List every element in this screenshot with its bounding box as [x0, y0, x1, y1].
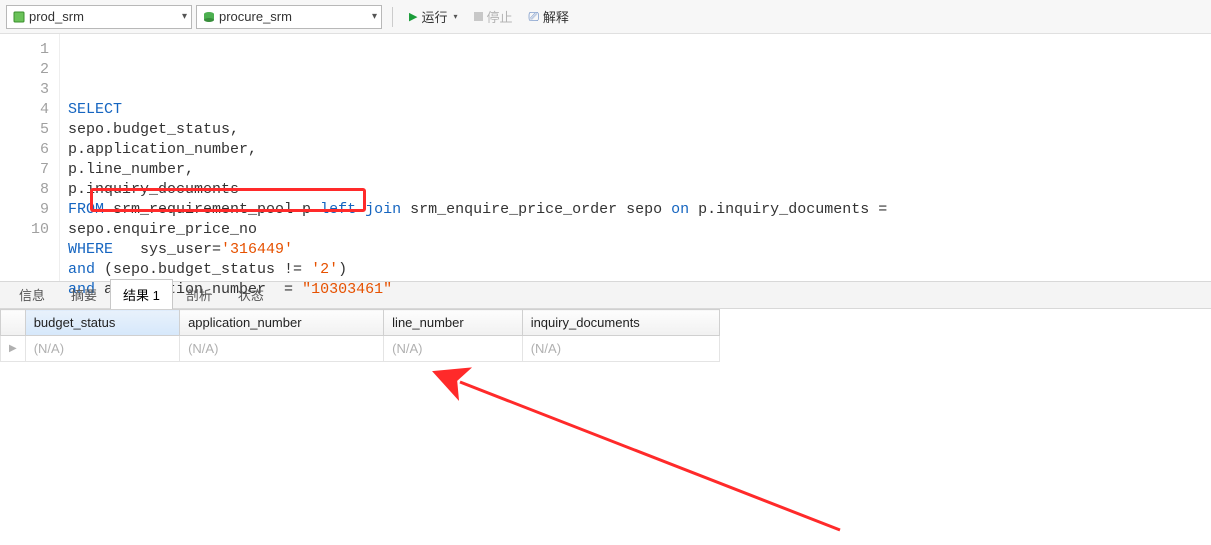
database-dropdown[interactable]: procure_srm ▾: [196, 5, 382, 29]
chevron-down-icon: ▾: [178, 11, 187, 22]
connection-dropdown[interactable]: prod_srm ▾: [6, 5, 192, 29]
column-header[interactable]: application_number: [180, 310, 384, 336]
tab-2[interactable]: 结果 1: [110, 279, 173, 309]
database-icon: [203, 11, 215, 23]
line-number: 1: [4, 40, 49, 60]
code-line[interactable]: and (sepo.budget_status != '2'): [68, 260, 1203, 280]
cell[interactable]: (N/A): [384, 336, 523, 362]
line-number: 2: [4, 60, 49, 80]
stop-button: 停止: [468, 5, 519, 29]
code-line[interactable]: p.inquiry_documents: [68, 180, 1203, 200]
explain-label: 解释: [543, 7, 569, 26]
run-label: 运行: [421, 7, 447, 26]
tab-3[interactable]: 剖析: [173, 279, 225, 309]
result-grid[interactable]: budget_statusapplication_numberline_numb…: [0, 309, 720, 362]
connection-icon: [13, 11, 25, 23]
tab-4[interactable]: 状态: [225, 279, 277, 309]
stop-icon: [474, 12, 483, 21]
code-line[interactable]: FROM srm_requirement_pool p left join sr…: [68, 200, 1203, 220]
stop-label: 停止: [487, 7, 513, 26]
cell[interactable]: (N/A): [25, 336, 179, 362]
connection-name: prod_srm: [29, 9, 178, 24]
line-number: 7: [4, 160, 49, 180]
line-number: 4: [4, 100, 49, 120]
column-header[interactable]: inquiry_documents: [522, 310, 719, 336]
chevron-down-icon: ▾: [368, 11, 377, 22]
toolbar-separator: [392, 7, 393, 27]
line-number: 9: [4, 200, 49, 220]
line-number: 3: [4, 80, 49, 100]
column-header[interactable]: line_number: [384, 310, 523, 336]
corner-cell: [1, 310, 26, 336]
table-row[interactable]: ▶(N/A)(N/A)(N/A)(N/A): [1, 336, 720, 362]
code-line[interactable]: SELECT: [68, 100, 1203, 120]
line-number: 8: [4, 180, 49, 200]
code-line[interactable]: p.line_number,: [68, 160, 1203, 180]
explain-button[interactable]: ⎚ 解释: [523, 5, 575, 29]
chevron-down-icon[interactable]: ▾: [453, 12, 457, 21]
run-button[interactable]: ▶ 运行 ▾: [403, 5, 464, 29]
explain-icon: ⎚: [529, 9, 539, 25]
row-handle[interactable]: ▶: [1, 336, 26, 362]
line-number: 6: [4, 140, 49, 160]
line-gutter: 12345678910: [0, 34, 60, 281]
code-line[interactable]: WHERE sys_user='316449': [68, 240, 1203, 260]
column-header[interactable]: budget_status: [25, 310, 179, 336]
sql-editor[interactable]: 12345678910 SELECTsepo.budget_status,p.a…: [0, 34, 1211, 281]
code-line[interactable]: sepo.enquire_price_no: [68, 220, 1203, 240]
cell[interactable]: (N/A): [522, 336, 719, 362]
line-number: 5: [4, 120, 49, 140]
tab-0[interactable]: 信息: [6, 279, 58, 309]
database-name: procure_srm: [219, 9, 368, 24]
toolbar: prod_srm ▾ procure_srm ▾ ▶ 运行 ▾ 停止 ⎚ 解释: [0, 0, 1211, 34]
tab-1[interactable]: 摘要: [58, 279, 110, 309]
code-line[interactable]: p.application_number,: [68, 140, 1203, 160]
cell[interactable]: (N/A): [180, 336, 384, 362]
line-number: 10: [4, 220, 49, 240]
play-icon: ▶: [409, 10, 417, 23]
code-line[interactable]: sepo.budget_status,: [68, 120, 1203, 140]
code-area[interactable]: SELECTsepo.budget_status,p.application_n…: [60, 34, 1211, 281]
